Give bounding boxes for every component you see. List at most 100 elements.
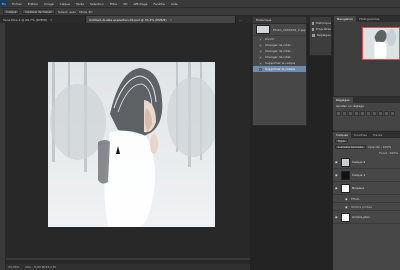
tab-label: Untitled-double exposition-04.psd @ 33,3…: [89, 17, 167, 22]
collapsed-panel-dock: Historique Propriétés Réglages: [309, 16, 332, 56]
menu-edition[interactable]: Édition: [25, 2, 41, 6]
transform-options-button[interactable]: Options de transf.: [22, 9, 56, 14]
layer-row[interactable]: ◉ Calque 2: [333, 156, 400, 169]
status-bar: 33,33% Doc : 5,93 M/33,2 M: [6, 264, 250, 270]
hue-saturation-icon[interactable]: [366, 111, 371, 116]
tab-document-2[interactable]: Untitled-double exposition-04.psd @ 33,3…: [86, 16, 236, 23]
color-balance-icon[interactable]: [372, 111, 377, 116]
blend-mode-select[interactable]: Lumière tamisée: [335, 145, 367, 149]
history-state-label: Changer de rotat.: [265, 49, 292, 53]
snapshot-thumbnail: [256, 25, 270, 34]
layer-effect-row[interactable]: ◉ Effets: [333, 195, 400, 203]
eye-icon[interactable]: ◉: [345, 197, 349, 201]
curves-icon[interactable]: [348, 111, 353, 116]
tool-preset-picker[interactable]: Calque: [3, 9, 20, 14]
layer-name: Niveaux: [352, 186, 365, 190]
tab-layers[interactable]: Calques: [333, 132, 351, 138]
layer-row[interactable]: ◉ Calque 1: [333, 169, 400, 182]
navigator-preview[interactable]: [362, 27, 400, 60]
snapshot-label: Photo_1000032_2.jpg: [273, 27, 306, 32]
tab-histogram[interactable]: Histogramme: [356, 16, 382, 22]
history-snapshot[interactable]: Photo_1000032_2.jpg: [253, 24, 306, 36]
tab-adjustments[interactable]: Réglages: [333, 97, 353, 103]
menu-selection[interactable]: Sélection: [87, 2, 107, 6]
vibrance-icon[interactable]: [360, 111, 365, 116]
history-state-label: Ouvrir: [265, 37, 275, 41]
menu-aide[interactable]: Aide: [168, 2, 181, 6]
layer-row[interactable]: ◉ Arrière-plan: [333, 211, 400, 224]
layer-thumbnail: [341, 183, 350, 193]
history-state-icon: [259, 49, 262, 53]
document-size: Doc : 5,93 M/33,2 M: [25, 265, 56, 269]
document-canvas[interactable]: [48, 62, 215, 227]
history-state-label: Supprimer le calque: [265, 67, 296, 71]
menu-fenetre[interactable]: Fenêtre: [150, 2, 167, 6]
double-exposure-photo: [48, 62, 215, 227]
navigator-view-box[interactable]: [362, 27, 400, 60]
navigator-thumbnail: [363, 28, 399, 59]
history-panel-title[interactable]: Historique: [253, 17, 306, 24]
dock-label: Propriétés: [315, 27, 331, 31]
opacity-field[interactable]: Opacité : 100%: [368, 145, 391, 149]
layer-name: Calque 2: [352, 160, 366, 164]
tab-label: ...: [239, 17, 242, 22]
layer-name: Calque 1: [352, 173, 366, 177]
navigator-tabs: Navigation Histogramme: [334, 16, 400, 22]
layer-thumbnail: [341, 170, 350, 180]
history-panel: Historique Photo_1000032_2.jpg Ouvrir Ch…: [252, 16, 307, 126]
menu-bar: Ps Fichier Édition Image Calque Texte Sé…: [0, 0, 400, 7]
menu-filtre[interactable]: Filtre: [107, 2, 120, 6]
layer-name: Arrière-plan: [352, 215, 370, 219]
layer-row[interactable]: ◉ Niveaux: [333, 182, 400, 195]
layer-thumbnail: [341, 157, 350, 167]
menu-calque[interactable]: Calque: [57, 2, 73, 6]
layer-effect-row[interactable]: ◉ Ombre portée: [333, 203, 400, 211]
dock-label: Historique: [315, 21, 331, 25]
properties-icon: [312, 27, 314, 31]
tab-navigator[interactable]: Navigation: [334, 16, 357, 22]
tab-document-1[interactable]: Sans titre-1 @ 66,7% (RVB/8) ✕: [0, 16, 86, 23]
options-bar: Calque Options de transf. Sélect. auto M…: [0, 7, 400, 16]
history-state-selected[interactable]: Supprimer le calque: [253, 66, 306, 72]
dock-adjustments[interactable]: Réglages: [310, 32, 331, 38]
menu-affichage[interactable]: Affichage: [130, 2, 150, 6]
adjustments-panel: Réglages Ajouter un réglage: [333, 96, 400, 130]
horizontal-scrollbar[interactable]: [6, 258, 250, 260]
eye-icon[interactable]: ◉: [335, 215, 339, 219]
history-state-label: Changer de rotat.: [265, 55, 292, 59]
adjustments-icon: [312, 33, 315, 37]
layer-name: Effets: [351, 196, 360, 201]
fill-field[interactable]: Fond : 100%: [379, 151, 398, 155]
photo-filter-icon[interactable]: [384, 111, 389, 116]
levels-icon[interactable]: [342, 111, 347, 116]
adjustment-buttons: [333, 109, 400, 118]
history-icon: [312, 21, 314, 25]
menu-3d[interactable]: 3D: [120, 2, 130, 6]
eye-icon[interactable]: ◉: [335, 160, 339, 164]
channel-mixer-icon[interactable]: [390, 111, 395, 116]
black-white-icon[interactable]: [378, 111, 383, 116]
eye-icon[interactable]: ◉: [345, 205, 349, 209]
history-state-icon: [259, 37, 262, 41]
close-icon[interactable]: ✕: [170, 18, 173, 22]
history-state-icon: [259, 61, 262, 65]
menu-texte[interactable]: Texte: [73, 2, 87, 6]
layers-panel: Calques Couches Tracés Type Lumière tami…: [333, 131, 400, 270]
exposure-icon[interactable]: [354, 111, 359, 116]
history-state-label: Supprimer le calque: [265, 61, 296, 65]
brightness-icon[interactable]: [336, 111, 341, 116]
tab-paths[interactable]: Tracés: [370, 132, 386, 138]
auto-select-label[interactable]: Sélect. auto: [58, 10, 76, 14]
zoom-level[interactable]: 33,33%: [8, 265, 19, 269]
dock-label: Réglages: [317, 33, 331, 37]
layer-kind-filter[interactable]: Type: [335, 139, 348, 143]
tab-channels[interactable]: Couches: [351, 132, 370, 138]
close-icon[interactable]: ✕: [50, 18, 53, 22]
3d-mode-label[interactable]: Mode 3D: [79, 10, 92, 14]
tab-label: Sans titre-1 @ 66,7% (RVB/8): [3, 17, 48, 22]
menu-image[interactable]: Image: [41, 2, 56, 6]
eye-icon[interactable]: ◉: [335, 173, 339, 177]
history-state-label: Changer de rotat.: [265, 43, 292, 47]
eye-icon[interactable]: ◉: [335, 186, 339, 190]
menu-fichier[interactable]: Fichier: [9, 2, 25, 6]
